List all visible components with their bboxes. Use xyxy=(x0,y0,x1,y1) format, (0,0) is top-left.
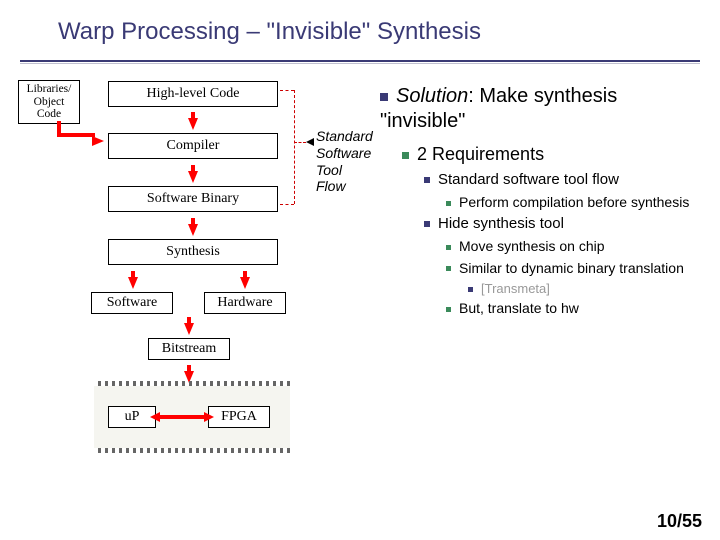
title-rule xyxy=(20,60,700,62)
brace-bot xyxy=(280,204,294,205)
brace-top xyxy=(280,90,294,91)
libraries-box: Libraries/ Object Code xyxy=(18,80,80,124)
brace-tick xyxy=(294,142,306,143)
synthesis-box: Synthesis xyxy=(108,239,278,265)
hardware-box: Hardware xyxy=(204,292,286,314)
software-binary-box: Software Binary xyxy=(108,186,278,212)
up-box: uP xyxy=(108,406,156,428)
bullet-icon xyxy=(446,245,451,250)
bullet-l3b: Hide synthesis tool xyxy=(424,215,702,234)
bullet-l4a: Perform compilation before synthesis xyxy=(446,194,702,212)
bullet-list: Solution: Make synthesis "invisible" 2 R… xyxy=(380,84,702,322)
bullet-icon xyxy=(402,152,409,159)
slide-number: 10/55 xyxy=(657,511,702,532)
bullet-icon xyxy=(424,177,430,183)
bullet-l3a: Standard software tool flow xyxy=(424,171,702,190)
title-rule-shadow xyxy=(20,63,700,64)
arrow-synth-to-hardware xyxy=(240,277,250,289)
double-arrow-icon xyxy=(160,415,204,419)
fpga-box: FPGA xyxy=(208,406,270,428)
bullet-l5a: [Transmeta] xyxy=(468,281,702,296)
bullet-l1: Solution: Make synthesis "invisible" xyxy=(380,84,702,134)
arrow-swbin-to-synth xyxy=(188,224,198,236)
arrow-libs-to-compiler-head xyxy=(92,136,104,146)
bullet-l2: 2 Requirements xyxy=(402,144,702,165)
arrow-libs-to-compiler xyxy=(53,121,65,143)
brace-arrowhead-icon xyxy=(306,138,314,146)
bullet-icon xyxy=(468,287,473,292)
software-box: Software xyxy=(91,292,173,314)
chip: uP FPGA xyxy=(94,386,290,448)
bullet-icon xyxy=(446,201,451,206)
bullet-icon xyxy=(446,307,451,312)
bitstream-box: Bitstream xyxy=(148,338,230,360)
bullet-l4b: Move synthesis on chip xyxy=(446,238,702,256)
bullet-icon xyxy=(446,266,451,271)
bullet-l4d: But, translate to hw xyxy=(446,300,702,318)
arrow-to-bitstream xyxy=(184,323,194,335)
slide-title: Warp Processing – "Invisible" Synthesis xyxy=(0,0,720,54)
arrow-synth-to-software xyxy=(128,277,138,289)
bullet-l4c: Similar to dynamic binary translation xyxy=(446,260,702,278)
annotation-standard-software-tool-flow: Standard Software Tool Flow xyxy=(316,128,373,195)
arrow-compiler-to-swbin xyxy=(188,171,198,183)
bullet-icon xyxy=(380,93,388,101)
compiler-box: Compiler xyxy=(108,133,278,159)
arrow-hlc-to-compiler xyxy=(188,118,198,130)
bullet-icon xyxy=(424,221,430,227)
high-level-code-box: High-level Code xyxy=(108,81,278,107)
brace-vert xyxy=(294,90,295,204)
